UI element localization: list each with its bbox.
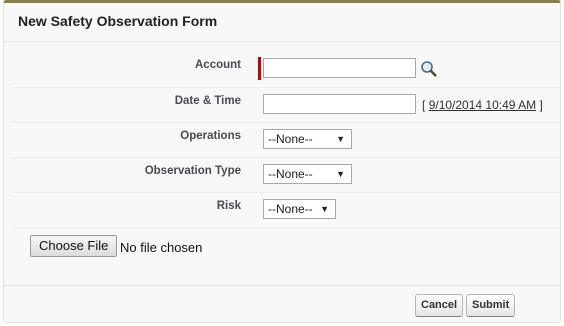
row-divider — [12, 192, 560, 193]
chevron-down-icon: ▼ — [320, 204, 329, 214]
date-now-wrapper: [ 9/10/2014 10:49 AM ] — [422, 98, 543, 112]
row-divider — [12, 157, 560, 158]
open-bracket: [ — [422, 98, 426, 112]
risk-selected: --None-- — [268, 202, 313, 216]
risk-label: Risk — [216, 200, 241, 212]
current-date-link[interactable]: 9/10/2014 10:49 AM — [429, 98, 536, 112]
account-input[interactable] — [263, 58, 416, 78]
operations-select[interactable]: --None-- ▼ — [263, 129, 352, 149]
operations-selected: --None-- — [268, 132, 313, 146]
lookup-icon[interactable] — [420, 60, 438, 78]
operations-label: Operations — [180, 130, 241, 142]
date-time-input[interactable] — [263, 94, 416, 114]
required-marker — [258, 57, 261, 80]
header-divider — [4, 41, 560, 42]
cancel-button[interactable]: Cancel — [415, 294, 464, 317]
form-title: New Safety Observation Form — [18, 13, 218, 29]
file-status-text: No file chosen — [120, 240, 203, 255]
choose-file-button[interactable]: Choose File — [30, 235, 118, 257]
row-divider — [12, 122, 560, 123]
observation-type-select[interactable]: --None-- ▼ — [263, 164, 352, 184]
date-time-label: Date & Time — [174, 95, 241, 107]
submit-button[interactable]: Submit — [466, 294, 516, 317]
risk-select[interactable]: --None-- ▼ — [263, 199, 336, 219]
close-bracket: ] — [539, 98, 543, 112]
chevron-down-icon: ▼ — [336, 169, 345, 179]
account-label: Account — [195, 59, 241, 71]
observation-type-label: Observation Type — [144, 165, 241, 177]
observation-type-selected: --None-- — [268, 167, 313, 181]
row-divider — [12, 87, 560, 88]
chevron-down-icon: ▼ — [336, 134, 345, 144]
form-panel: New Safety Observation Form Account Date… — [3, 0, 561, 323]
row-divider — [12, 227, 560, 228]
footer-divider — [4, 285, 560, 286]
